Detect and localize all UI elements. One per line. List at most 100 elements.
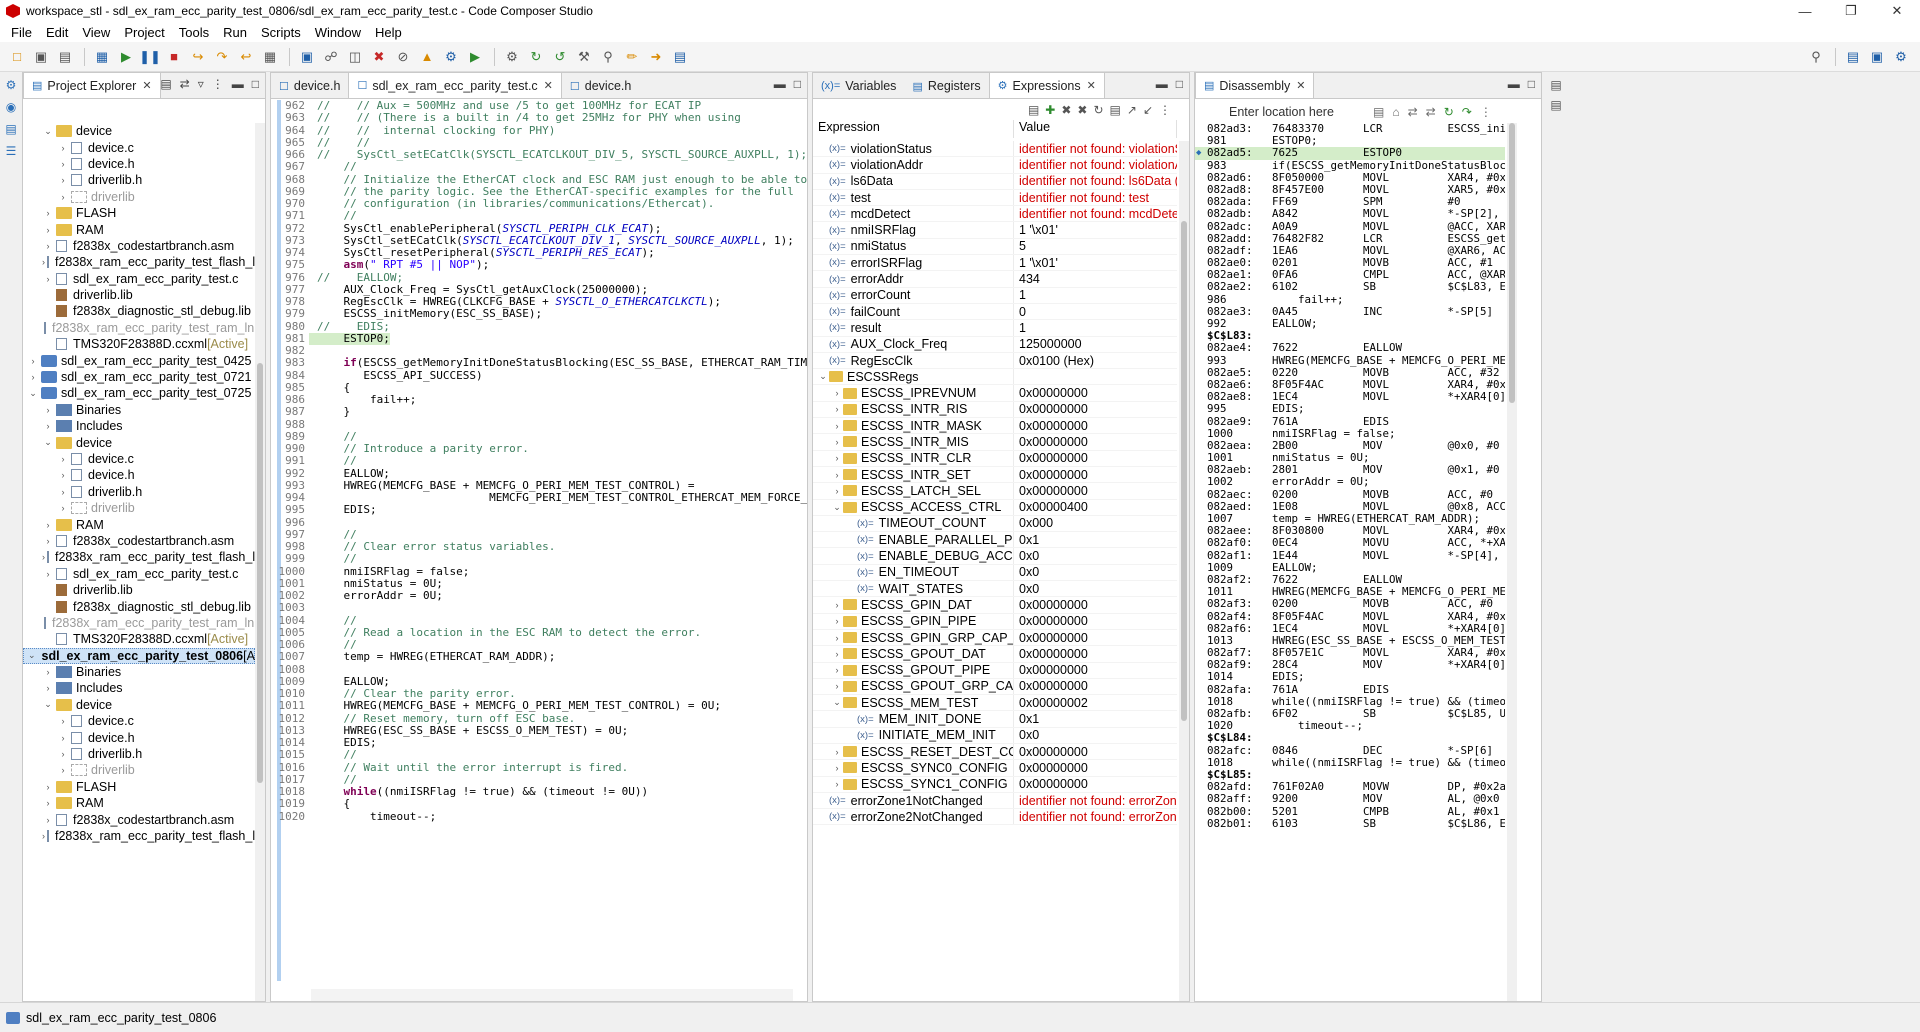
minimize-icon[interactable]: ▬ bbox=[1508, 77, 1520, 91]
expression-value[interactable]: 0x00000002 bbox=[1014, 696, 1177, 710]
code-line[interactable]: 976 // EALLOW; bbox=[271, 271, 807, 284]
tab-expressions[interactable]: ⚙ Expressions ✕ bbox=[988, 72, 1105, 98]
maximize-icon[interactable]: □ bbox=[1176, 77, 1183, 91]
scrollbar-thumb[interactable] bbox=[1181, 221, 1187, 721]
breakpoints-icon[interactable]: ◉ bbox=[3, 100, 19, 116]
tab-device-h[interactable]: ☐ device.h bbox=[271, 74, 348, 98]
menu-window[interactable]: Window bbox=[308, 25, 368, 40]
expression-value[interactable]: 0x0100 (Hex) bbox=[1014, 354, 1177, 368]
perspective-icon[interactable]: ▤ bbox=[1842, 46, 1864, 68]
chevron-right-icon[interactable]: › bbox=[831, 681, 843, 691]
chevron-right-icon[interactable]: › bbox=[57, 159, 69, 169]
expression-row[interactable]: › ESCSS_INTR_RIS 0x00000000 bbox=[813, 401, 1177, 419]
chevron-right-icon[interactable]: › bbox=[42, 405, 54, 415]
expression-value[interactable]: 434 bbox=[1014, 272, 1177, 286]
close-icon[interactable]: ✕ bbox=[142, 79, 151, 92]
close-icon[interactable]: ✕ bbox=[544, 79, 553, 92]
code-line[interactable]: 984 ESCSS_API_SUCCESS) bbox=[271, 369, 807, 382]
search-icon[interactable]: ⚲ bbox=[1805, 46, 1827, 68]
tree-item[interactable]: f2838x_ram_ecc_parity_test_ram_lnk_cp bbox=[23, 320, 255, 336]
chevron-right-icon[interactable]: › bbox=[831, 486, 843, 496]
tree-item[interactable]: › sdl_ex_ram_ecc_parity_test.c bbox=[23, 271, 255, 287]
disassembly-listing[interactable]: 082ad3: 76483370 LCR ESCSS_initMemory981… bbox=[1195, 123, 1505, 1001]
chevron-down-icon[interactable]: ⌄ bbox=[27, 388, 39, 399]
tree-item[interactable]: › FLASH bbox=[23, 205, 255, 221]
expression-row[interactable]: (x)= violationAddr identifier not found: v… bbox=[813, 157, 1177, 174]
column-expression[interactable]: Expression bbox=[813, 120, 1014, 138]
expression-value[interactable]: identifier not found: test bbox=[1014, 191, 1177, 205]
chevron-right-icon[interactable]: › bbox=[57, 765, 69, 775]
expression-value[interactable]: 0x0 bbox=[1014, 549, 1177, 563]
code-line[interactable]: 1000 nmiISRFlag = false; bbox=[271, 565, 807, 578]
expression-row[interactable]: ⌄ ESCSS_ACCESS_CTRL 0x00000400 bbox=[813, 499, 1177, 516]
tree-item[interactable]: › device.c bbox=[23, 713, 255, 729]
tree-item[interactable]: › RAM bbox=[23, 516, 255, 532]
skip-breakpoints-icon[interactable]: ⊘ bbox=[392, 46, 414, 68]
chevron-right-icon[interactable]: › bbox=[831, 747, 843, 757]
explorer-scrollbar[interactable] bbox=[255, 123, 265, 1001]
expression-row[interactable]: (x)= nmiISRFlag 1 '\x01' bbox=[813, 222, 1177, 239]
chevron-right-icon[interactable]: › bbox=[831, 404, 843, 414]
gear-icon[interactable]: ⚙ bbox=[501, 46, 523, 68]
expression-value[interactable]: identifier not found: violationStat bbox=[1014, 142, 1177, 156]
expression-value[interactable]: 0x1 bbox=[1014, 533, 1177, 547]
grid-icon[interactable]: ▦ bbox=[259, 46, 281, 68]
tab-sdl-ex-ram-ecc-parity-test-c[interactable]: ☐ sdl_ex_ram_ecc_parity_test.c ✕ bbox=[348, 72, 562, 98]
tree-item[interactable]: ⌄ device bbox=[23, 434, 255, 450]
tree-item[interactable]: › f2838x_codestartbranch.asm bbox=[23, 811, 255, 827]
tree-item[interactable]: ⌄ device bbox=[23, 123, 255, 139]
tree-item[interactable]: › f2838x_ram_ecc_parity_test_flash_lnk_cp bbox=[23, 828, 255, 844]
maximize-icon[interactable]: □ bbox=[252, 77, 259, 91]
link-editor-icon[interactable]: ⇄ bbox=[180, 77, 190, 91]
code-line[interactable]: 1007 temp = HWREG(ETHERCAT_RAM_ADDR); bbox=[271, 650, 807, 663]
tree-item[interactable]: f2838x_ram_ecc_parity_test_ram_lnk_cp bbox=[23, 615, 255, 631]
link-icon[interactable]: ⇄ bbox=[1408, 105, 1418, 119]
restore-icon[interactable]: ▤ bbox=[1549, 78, 1563, 92]
code-line[interactable]: 1018 while((nmiISRFlag != true) && (time… bbox=[271, 785, 807, 798]
expression-value[interactable]: 0x00000000 bbox=[1014, 647, 1177, 661]
asm-instruction[interactable]: 082b01: 6103 SB $C$L86, EQ bbox=[1195, 817, 1505, 830]
expression-value[interactable]: identifier not found: violationAddr bbox=[1014, 158, 1177, 172]
tree-item[interactable]: › f2838x_ram_ecc_parity_test_flash_lnk_cp bbox=[23, 549, 255, 565]
code-line[interactable]: 1012 // Reset memory, turn off ESC base. bbox=[271, 712, 807, 725]
chevron-right-icon[interactable]: › bbox=[57, 716, 69, 726]
tree-item[interactable]: › sdl_ex_ram_ecc_parity_test_0425 bbox=[23, 352, 255, 368]
column-value[interactable]: Value bbox=[1014, 120, 1177, 138]
code-line[interactable]: 981 ESTOP0; bbox=[271, 332, 807, 345]
expression-row[interactable]: (x)= failCount 0 bbox=[813, 303, 1177, 321]
expression-value[interactable]: 0x00000000 bbox=[1014, 614, 1177, 628]
expression-row[interactable]: › ESCSS_INTR_SET 0x00000000 bbox=[813, 466, 1177, 484]
minimize-icon[interactable]: ▬ bbox=[774, 77, 786, 91]
expression-row[interactable]: (x)= AUX_Clock_Freq 125000000 bbox=[813, 336, 1177, 353]
chevron-right-icon[interactable]: › bbox=[42, 815, 54, 825]
chevron-right-icon[interactable]: › bbox=[57, 470, 69, 480]
outline-icon[interactable]: ▤ bbox=[1549, 98, 1563, 112]
restart-icon[interactable]: ↻ bbox=[525, 46, 547, 68]
expression-row[interactable]: (x)= violationStatus identifier not found:… bbox=[813, 141, 1177, 158]
chevron-right-icon[interactable]: › bbox=[57, 192, 69, 202]
expression-row[interactable]: (x)= ls6Data identifier not found: ls6Data… bbox=[813, 173, 1177, 190]
expression-value[interactable]: 0x00000000 bbox=[1014, 386, 1177, 400]
chevron-right-icon[interactable]: › bbox=[27, 372, 39, 382]
expression-value[interactable]: 0x1 bbox=[1014, 712, 1177, 726]
expression-row[interactable]: (x)= TIMEOUT_COUNT 0x000 bbox=[813, 515, 1177, 533]
expressions-scrollbar[interactable] bbox=[1179, 141, 1189, 1001]
chevron-right-icon[interactable]: › bbox=[42, 683, 54, 693]
tree-item[interactable]: driverlib.lib bbox=[23, 582, 255, 598]
memory-icon[interactable]: ◫ bbox=[344, 46, 366, 68]
menu-scripts[interactable]: Scripts bbox=[254, 25, 308, 40]
tree-item[interactable]: › device.h bbox=[23, 156, 255, 172]
code-line[interactable]: 987 } bbox=[271, 405, 807, 418]
go-to-location-icon[interactable]: ▤ bbox=[1373, 105, 1384, 119]
view-menu-icon[interactable]: ⋮ bbox=[1159, 103, 1171, 117]
chevron-right-icon[interactable]: › bbox=[42, 831, 45, 841]
expression-row[interactable]: › ESCSS_INTR_MIS 0x00000000 bbox=[813, 434, 1177, 451]
code-editor[interactable]: 962// // Aux = 500MHz and use /5 to get … bbox=[271, 100, 808, 1001]
chevron-right-icon[interactable]: › bbox=[42, 798, 54, 808]
expression-value[interactable]: 125000000 bbox=[1014, 337, 1177, 351]
code-line[interactable]: 983 if(ESCSS_getMemoryInitDoneStatusBloc… bbox=[271, 356, 807, 369]
expression-row[interactable]: › ESCSS_GPOUT_GRP_CAP_SEL0x00000000 bbox=[813, 678, 1177, 696]
chevron-right-icon[interactable]: › bbox=[42, 667, 54, 677]
expression-value[interactable]: 0x00000000 bbox=[1014, 745, 1177, 759]
filter-icon[interactable]: ▿ bbox=[198, 77, 204, 91]
